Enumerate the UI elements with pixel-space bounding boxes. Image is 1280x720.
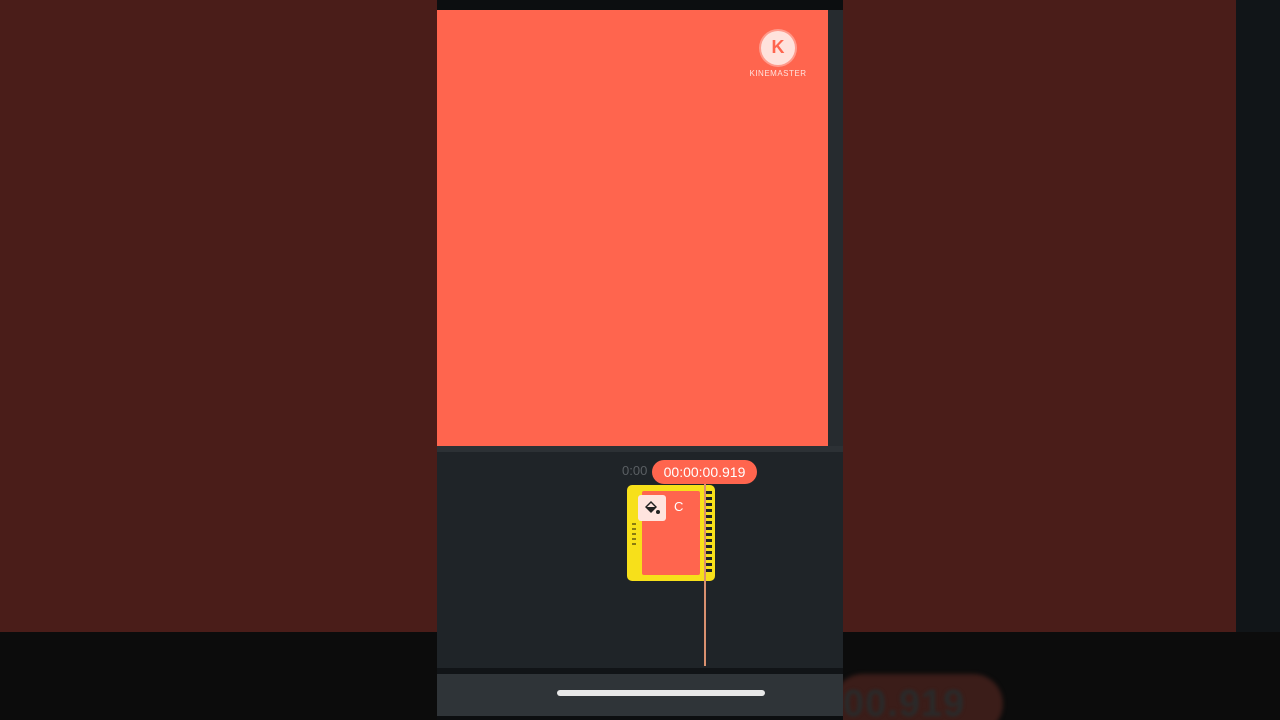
background-ghost-time: 00.919 [843, 683, 966, 720]
background-dark-column [1236, 0, 1280, 720]
paint-bucket-icon [638, 495, 666, 521]
system-navigation-bar [437, 674, 843, 720]
watermark-text: KINEMASTER [749, 69, 807, 78]
timeline-start-time: 0:00 [622, 463, 648, 478]
video-preview[interactable]: K KINEMASTER [437, 10, 828, 446]
preview-side-bar [828, 10, 843, 446]
background-right-panel: 00.919 [843, 0, 1280, 720]
phone-screen: K KINEMASTER 0:00 00:00:00.919 C [437, 0, 843, 720]
watermark-letter: K [771, 37, 785, 57]
playhead-line[interactable] [704, 484, 706, 666]
kinemaster-logo-icon: K [761, 31, 795, 65]
current-time-badge: 00:00:00.919 [652, 460, 757, 484]
timeline-panel[interactable]: 0:00 00:00:00.919 C [437, 452, 843, 668]
background-left-panel [0, 0, 437, 720]
kinemaster-watermark: K KINEMASTER [743, 31, 813, 78]
clip-left-trim-handle[interactable] [632, 523, 636, 545]
timeline-clip-selected[interactable]: C [627, 485, 715, 581]
home-gesture-pill[interactable] [557, 690, 765, 696]
status-strip [437, 0, 843, 10]
nav-bottom-edge [437, 716, 843, 720]
clip-label: C [674, 499, 684, 514]
